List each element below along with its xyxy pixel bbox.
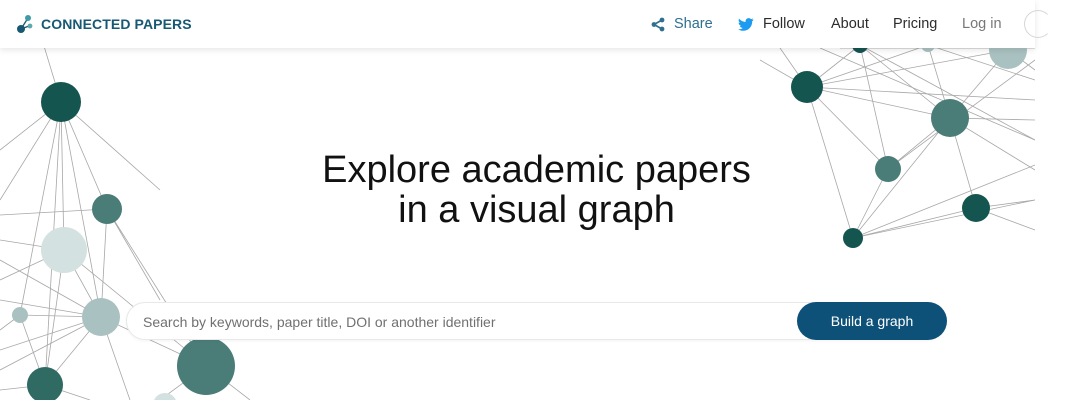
follow-label: Follow: [763, 16, 805, 32]
graph-node: [41, 82, 81, 122]
twitter-bird-icon: [738, 17, 754, 31]
hero-headline: Explore academic papers in a visual grap…: [0, 150, 1073, 230]
graph-node: [843, 228, 863, 248]
headline-line-2: in a visual graph: [398, 189, 675, 231]
follow-button[interactable]: Follow: [738, 0, 805, 48]
build-graph-button[interactable]: Build a graph: [797, 302, 947, 340]
login-label: Log in: [962, 16, 1002, 32]
login-link[interactable]: Log in: [962, 0, 1002, 48]
pricing-label: Pricing: [893, 16, 938, 32]
about-label: About: [831, 16, 869, 32]
share-button[interactable]: Share: [651, 0, 713, 48]
graph-node: [82, 298, 120, 336]
graph-node: [12, 307, 28, 323]
share-label: Share: [674, 16, 713, 32]
signup-button-edge[interactable]: [1024, 10, 1052, 38]
brand-logo-link[interactable]: CONNECTED PAPERS: [16, 13, 192, 35]
graph-node: [154, 393, 176, 400]
graph-node: [177, 337, 235, 395]
connected-papers-logo-icon: [17, 15, 33, 33]
graph-node: [27, 367, 63, 400]
brand-name: CONNECTED PAPERS: [41, 16, 192, 32]
graph-node: [931, 99, 969, 137]
graph-node: [791, 71, 823, 103]
search-bar: Build a graph: [126, 302, 947, 341]
about-link[interactable]: About: [831, 0, 869, 48]
top-navigation-bar: CONNECTED PAPERS Share Follow About Pric…: [0, 0, 1052, 48]
graph-node: [41, 227, 87, 273]
headline-line-1: Explore academic papers: [322, 149, 751, 191]
share-icon: [651, 17, 665, 31]
search-input[interactable]: [143, 303, 783, 341]
pricing-link[interactable]: Pricing: [893, 0, 937, 48]
